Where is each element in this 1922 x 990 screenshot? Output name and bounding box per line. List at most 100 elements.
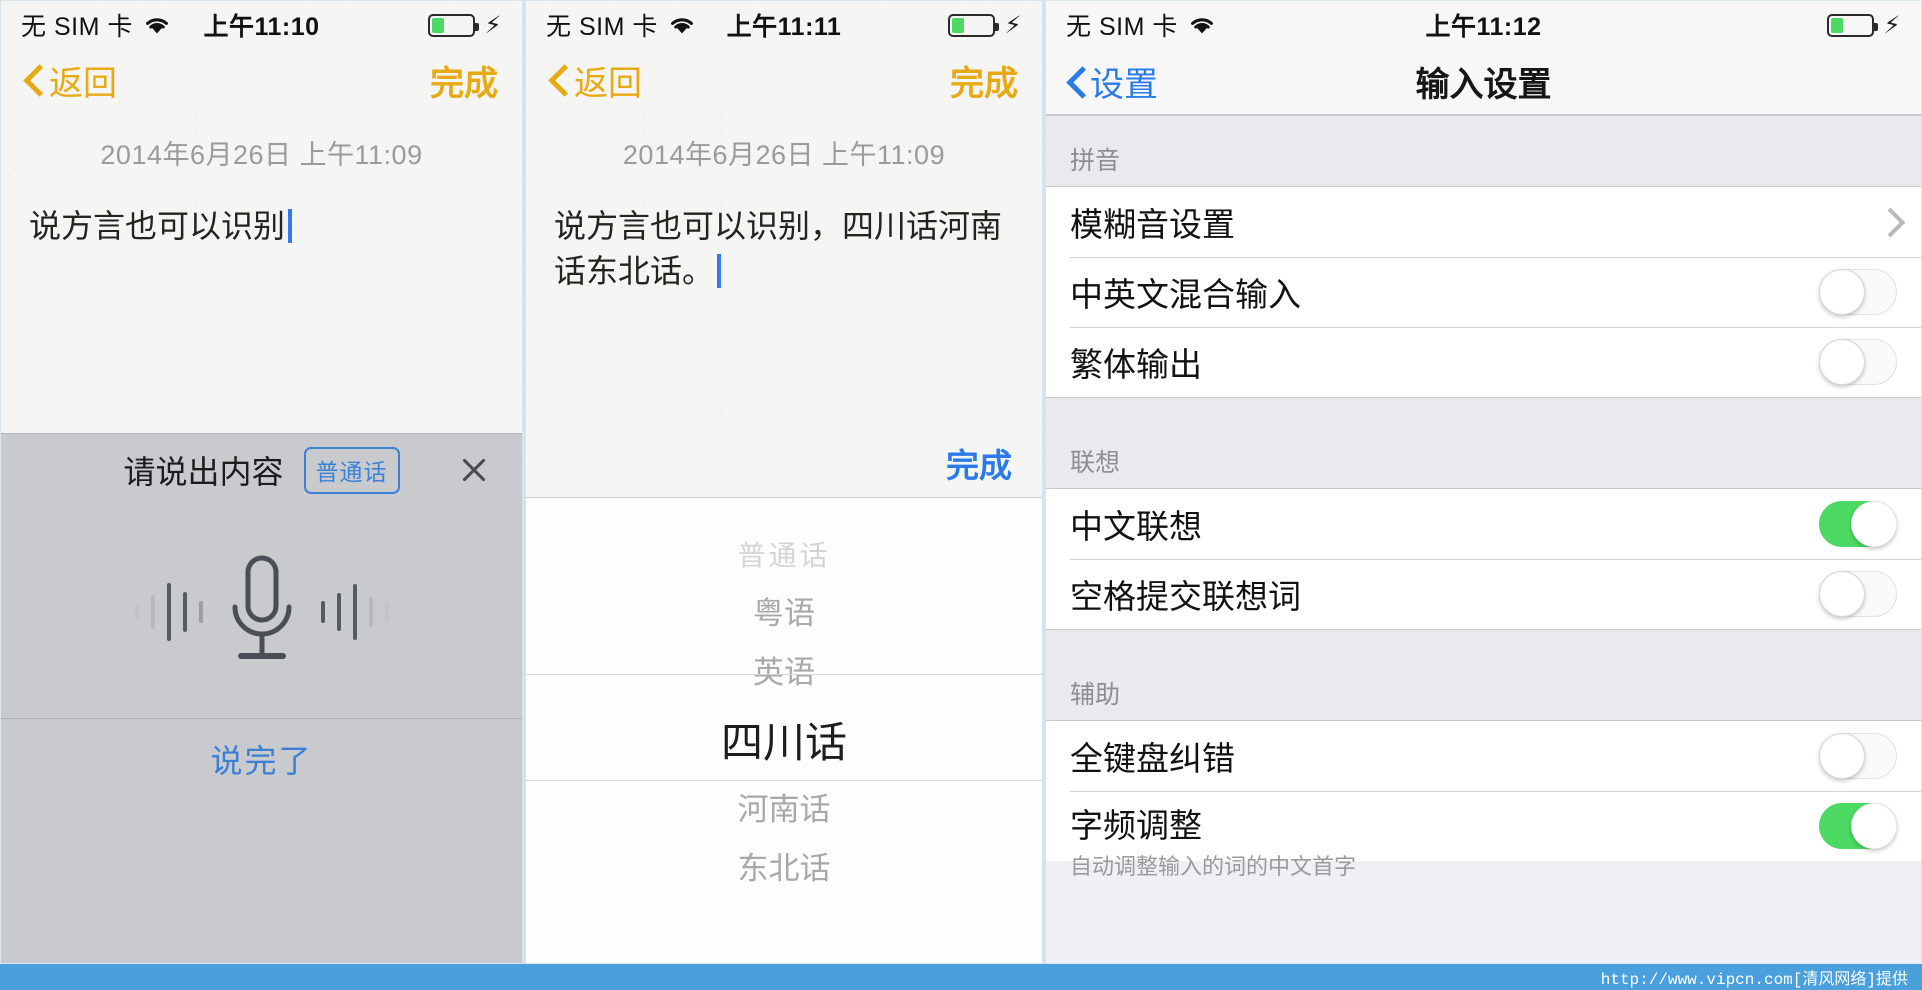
waveform-left bbox=[134, 572, 203, 652]
note-body[interactable]: 说方言也可以识别，四川话河南话东北话。 bbox=[526, 172, 1042, 295]
dialect-picker[interactable]: 普通话 粤语 英语 四川话 河南话 东北话 bbox=[526, 497, 1042, 963]
section-header-label: 联想 bbox=[1070, 449, 1121, 477]
lightning-bolt-icon: ⚡ bbox=[1004, 11, 1022, 39]
toggle-traditional-output[interactable] bbox=[1819, 339, 1897, 385]
toggle-keyboard-correction[interactable] bbox=[1819, 733, 1897, 779]
row-label: 模糊音设置 bbox=[1070, 206, 1235, 243]
row-text-block: 字频调整 自动调整输入的词的中文首字 bbox=[1070, 799, 1356, 881]
voice-prompt: 请说出内容 bbox=[123, 454, 284, 490]
picker-option[interactable]: 河南话 bbox=[526, 794, 1042, 825]
voice-visualizer bbox=[1, 506, 522, 718]
picker-wheel[interactable]: 普通话 粤语 英语 四川话 河南话 东北话 bbox=[526, 498, 1042, 963]
lightning-bolt-icon: ⚡ bbox=[1883, 11, 1901, 39]
toggle-chinese-association[interactable] bbox=[1819, 501, 1897, 547]
voice-header: 请说出内容 普通话 bbox=[1, 434, 522, 506]
picker-done-button[interactable]: 完成 bbox=[946, 439, 1012, 487]
row-accessory bbox=[1819, 501, 1897, 547]
section-header-label: 拼音 bbox=[1070, 147, 1121, 175]
text-caret bbox=[288, 209, 293, 243]
picker-rule-bottom bbox=[526, 780, 1042, 781]
toggle-frequency-adjust[interactable] bbox=[1819, 803, 1897, 849]
settings-row-space-commit[interactable]: 空格提交联想词 bbox=[1046, 559, 1921, 629]
note-body-text: 说方言也可以识别 bbox=[29, 208, 286, 244]
status-left: 无 SIM 卡 bbox=[21, 7, 171, 43]
note-body[interactable]: 说方言也可以识别 bbox=[1, 172, 522, 249]
text-caret bbox=[717, 254, 722, 289]
lightning-bolt-icon: ⚡ bbox=[484, 11, 502, 39]
watermark-bar: http://www.vipcn.com[清风网络]提供 bbox=[0, 964, 1922, 990]
toggle-mixed-input[interactable] bbox=[1819, 269, 1897, 315]
row-sublabel: 自动调整输入的词的中文首字 bbox=[1070, 854, 1357, 879]
settings-row-mixed-input[interactable]: 中英文混合输入 bbox=[1046, 257, 1921, 327]
back-label: 返回 bbox=[574, 64, 642, 103]
row-accessory bbox=[1819, 269, 1897, 315]
picker-done-row: 完成 bbox=[526, 439, 1042, 487]
language-chip[interactable]: 普通话 bbox=[303, 446, 400, 494]
status-bar: 无 SIM 卡 上午11:12 ⚡ bbox=[1046, 1, 1921, 49]
page-title: 输入设置 bbox=[1415, 66, 1552, 104]
note-nav-bar: 返回 完成 bbox=[1, 49, 522, 111]
voice-finish-button[interactable]: 说完了 bbox=[1, 718, 522, 798]
wifi-icon bbox=[668, 14, 696, 36]
row-label: 全键盘纠错 bbox=[1070, 740, 1235, 777]
row-label: 中英文混合输入 bbox=[1070, 276, 1301, 313]
battery-icon bbox=[947, 13, 999, 37]
carrier-label: 无 SIM 卡 bbox=[21, 13, 133, 41]
note-date: 2014年6月26日 上午11:09 bbox=[622, 140, 946, 170]
done-button[interactable]: 完成 bbox=[430, 56, 498, 105]
toggle-knob bbox=[1851, 803, 1897, 849]
close-icon[interactable] bbox=[458, 454, 490, 486]
row-accessory bbox=[1819, 571, 1897, 617]
note-date: 2014年6月26日 上午11:09 bbox=[100, 140, 423, 170]
wifi-icon bbox=[143, 14, 171, 36]
settings-row-fuzzy-pinyin[interactable]: 模糊音设置 bbox=[1046, 187, 1921, 257]
back-label: 设置 bbox=[1090, 66, 1158, 104]
back-button[interactable]: 设置 bbox=[1068, 57, 1158, 106]
voice-input-panel: 请说出内容 普通话 说完了 bbox=[1, 433, 522, 963]
status-left: 无 SIM 卡 bbox=[1066, 7, 1216, 43]
toggle-space-commit[interactable] bbox=[1819, 571, 1897, 617]
picker-option-selected[interactable]: 四川话 bbox=[526, 722, 1042, 764]
row-label: 繁体输出 bbox=[1070, 346, 1202, 383]
status-right: ⚡ bbox=[947, 11, 1022, 40]
settings-row-chinese-association[interactable]: 中文联想 bbox=[1046, 489, 1921, 559]
section-header-assist: 辅助 bbox=[1046, 629, 1921, 721]
chevron-left-icon bbox=[550, 65, 566, 95]
section-header-label: 辅助 bbox=[1070, 681, 1121, 709]
note-body-text: 说方言也可以识别，四川话河南话东北话。 bbox=[554, 208, 1003, 290]
voice-finish-label: 说完了 bbox=[210, 742, 313, 779]
settings-nav-bar: 设置 输入设置 bbox=[1046, 49, 1921, 115]
done-button[interactable]: 完成 bbox=[950, 56, 1018, 105]
section-header-pinyin: 拼音 bbox=[1046, 115, 1921, 187]
toggle-knob bbox=[1819, 339, 1865, 385]
back-button[interactable]: 返回 bbox=[25, 56, 117, 105]
back-label: 返回 bbox=[49, 64, 117, 103]
settings-row-traditional-output[interactable]: 繁体输出 bbox=[1046, 327, 1921, 397]
settings-row-keyboard-correction[interactable]: 全键盘纠错 bbox=[1046, 721, 1921, 791]
waveform-right bbox=[320, 572, 389, 652]
row-accessory bbox=[1884, 210, 1897, 234]
carrier-label: 无 SIM 卡 bbox=[1066, 13, 1178, 41]
picker-option[interactable]: 普通话 bbox=[526, 542, 1042, 570]
row-accessory bbox=[1819, 733, 1897, 779]
battery-icon bbox=[1826, 13, 1878, 37]
picker-option[interactable]: 英语 bbox=[526, 657, 1042, 688]
status-right: ⚡ bbox=[1826, 11, 1901, 40]
row-label: 空格提交联想词 bbox=[1070, 578, 1301, 615]
microphone-icon[interactable] bbox=[219, 552, 305, 672]
watermark-text: http://www.vipcn.com[清风网络]提供 bbox=[1600, 971, 1908, 989]
settings-row-frequency-adjust[interactable]: 字频调整 自动调整输入的词的中文首字 bbox=[1046, 791, 1921, 879]
section-header-association: 联想 bbox=[1046, 397, 1921, 489]
panel-note-voice-input: 无 SIM 卡 上午11:10 ⚡ 返回 完成 2014年6月26日 上午11:… bbox=[0, 0, 523, 964]
back-button[interactable]: 返回 bbox=[550, 56, 642, 105]
chevron-right-icon bbox=[1884, 210, 1897, 234]
toggle-knob bbox=[1819, 571, 1865, 617]
row-label: 中文联想 bbox=[1070, 508, 1202, 545]
picker-option[interactable]: 粤语 bbox=[526, 598, 1042, 629]
row-accessory bbox=[1819, 339, 1897, 385]
screenshot-stage: 无 SIM 卡 上午11:10 ⚡ 返回 完成 2014年6月26日 上午11:… bbox=[0, 0, 1922, 990]
battery-icon bbox=[427, 13, 479, 37]
picker-option[interactable]: 东北话 bbox=[526, 853, 1042, 884]
chevron-left-icon bbox=[25, 65, 41, 95]
status-right: ⚡ bbox=[427, 11, 502, 40]
